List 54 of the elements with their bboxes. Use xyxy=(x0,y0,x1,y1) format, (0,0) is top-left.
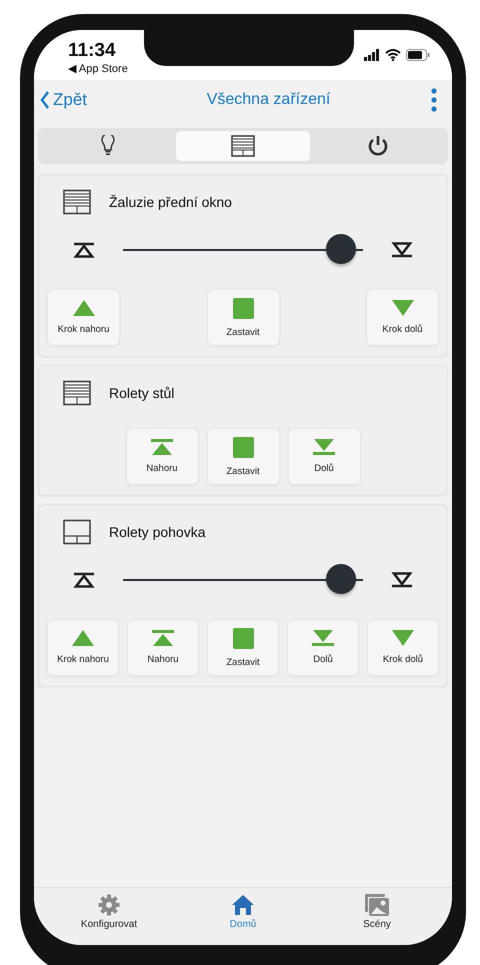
window-blind-icon xyxy=(63,189,91,215)
more-options-icon[interactable] xyxy=(430,88,438,112)
wifi-icon xyxy=(385,49,401,61)
device-name: Žaluzie přední okno xyxy=(109,194,232,210)
chevron-left-icon xyxy=(40,91,50,109)
control-button[interactable]: Zastavit xyxy=(206,428,280,485)
control-button[interactable]: Krok nahoru xyxy=(47,619,119,676)
stop-icon xyxy=(232,628,254,648)
control-button[interactable]: Nahoru xyxy=(127,619,199,676)
settings-icon xyxy=(98,894,120,916)
triangle-up-icon xyxy=(72,300,94,316)
window-blind-icon xyxy=(63,380,91,406)
back-button[interactable]: Zpět xyxy=(40,90,88,110)
triangle-down-icon xyxy=(392,300,414,316)
status-time: 11:34 xyxy=(68,40,117,62)
page-title: Všechna zařízení xyxy=(206,91,330,109)
fully-open-icon[interactable] xyxy=(73,242,95,258)
fully-open-icon[interactable] xyxy=(73,572,95,588)
window-blind-icon xyxy=(230,135,255,157)
close-fully-icon xyxy=(313,439,335,455)
triangle-down-icon xyxy=(392,630,414,646)
open-fully-icon xyxy=(151,439,173,455)
stop-icon xyxy=(232,298,254,318)
back-to-app-link[interactable]: ◀ App Store xyxy=(68,62,128,75)
stop-icon xyxy=(232,436,254,458)
open-fully-icon xyxy=(152,630,174,646)
control-button[interactable]: Zastavit xyxy=(207,619,279,676)
device-name: Rolety pohovka xyxy=(109,524,206,540)
fully-closed-icon[interactable] xyxy=(391,242,413,258)
control-button[interactable]: Krok dolů xyxy=(367,619,439,676)
control-button[interactable]: Krok dolů xyxy=(366,289,439,346)
control-button[interactable]: Dolů xyxy=(287,619,359,676)
triangle-up-icon xyxy=(72,630,94,646)
pictures-icon xyxy=(365,894,389,916)
tab-bar-item[interactable]: Scény xyxy=(332,894,422,945)
close-fully-icon xyxy=(312,630,334,646)
slider-thumb[interactable] xyxy=(326,234,356,264)
control-button[interactable]: Zastavit xyxy=(206,289,280,346)
window-icon xyxy=(63,519,91,545)
control-button[interactable]: Dolů xyxy=(288,428,360,485)
battery-icon xyxy=(406,49,430,61)
light-bulb-icon xyxy=(100,135,115,157)
tab-bar-item[interactable]: Konfigurovat xyxy=(64,894,154,945)
position-slider[interactable] xyxy=(123,235,363,265)
device-name: Rolety stůl xyxy=(109,385,174,401)
signal-icon xyxy=(364,49,380,61)
fully-closed-icon[interactable] xyxy=(391,572,413,588)
home-icon xyxy=(231,894,255,916)
power-icon xyxy=(367,135,390,157)
control-button[interactable]: Krok nahoru xyxy=(47,289,120,346)
position-slider[interactable] xyxy=(123,565,363,595)
slider-thumb[interactable] xyxy=(326,564,356,594)
category-tab[interactable] xyxy=(176,131,310,161)
control-button[interactable]: Nahoru xyxy=(126,428,198,485)
